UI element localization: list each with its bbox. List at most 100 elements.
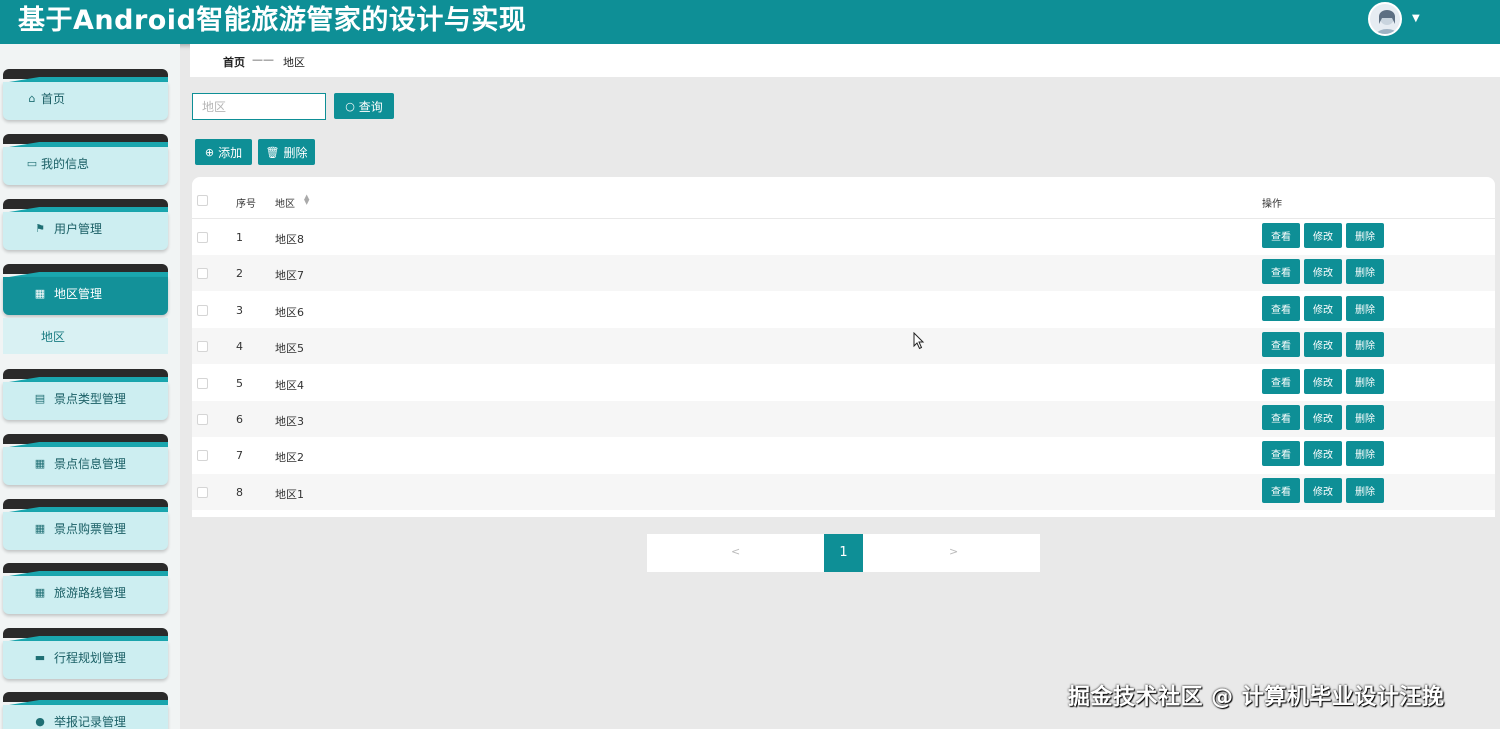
edit-button[interactable]: 修改 [1304,477,1342,503]
delete-button[interactable]: 🗑 删除 [258,139,315,165]
cell-index: 4 [236,340,243,354]
edit-button[interactable]: 修改 [1304,441,1342,467]
data-table: 序号 地区 ▲ ▼ 操作 1 地区8 查看 修改 删除 2 地区7 查看 修改 删除 3 地区6 查看 修改… [192,177,1495,517]
view-button[interactable]: 查看 [1262,295,1300,321]
row-delete-button[interactable]: 删除 [1346,405,1384,430]
cell-index: 7 [236,449,243,463]
cell-region: 地区2 [275,451,304,465]
sort-icon[interactable]: ▲ ▼ [304,194,309,206]
submenu-item-label: 地区 [41,330,66,344]
plus-circle-icon: ⊕ [204,145,215,159]
cell-index: 3 [236,303,243,317]
row-delete-button[interactable]: 删除 [1346,259,1384,285]
view-button[interactable]: 查看 [1262,223,1300,248]
table-row: 7 地区2 查看 修改 删除 [192,437,1495,473]
view-button[interactable]: 查看 [1262,441,1300,467]
edit-button[interactable]: 修改 [1304,368,1342,394]
cell-region: 地区7 [275,269,304,283]
sidebar-item[interactable]: ⌂ 首页 [3,69,168,121]
pagination-next[interactable]: > [949,545,958,558]
sidebar-item[interactable]: ▦ 旅游路线管理 [3,563,168,615]
clipboard-icon: ▤ [34,392,46,405]
row-delete-button[interactable]: 删除 [1346,295,1384,321]
row-checkbox[interactable] [197,486,208,498]
sidebar-item[interactable]: ⚑ 用户管理 [3,199,168,251]
sidebar-item[interactable]: ▦ 地区管理 [3,264,168,316]
home-icon: ⌂ [28,92,36,105]
row-checkbox[interactable] [197,232,208,243]
sidebar-item[interactable]: ▤ 景点类型管理 [3,369,168,421]
cell-index: 1 [236,231,243,244]
row-delete-button[interactable]: 删除 [1346,223,1384,248]
edit-button[interactable]: 修改 [1304,405,1342,430]
top-header: 基于Android智能旅游管家的设计与实现 ▼ [0,0,1500,44]
add-button[interactable]: ⊕ 添加 [195,139,252,165]
column-header-region[interactable]: 地区 [275,195,295,210]
row-checkbox[interactable] [197,304,208,316]
column-header-actions: 操作 [1262,199,1282,210]
trash-icon: 🗑 [265,145,280,159]
sidebar-item[interactable]: ▭ 我的信息 [3,134,168,186]
user-avatar[interactable] [1368,2,1402,36]
sidebar-item-label: 旅游路线管理 [54,586,127,600]
sidebar-item[interactable]: ▦ 景点购票管理 [3,499,168,551]
pagination-prev[interactable]: < [731,545,740,558]
watermark-text: 掘金技术社区 @ 计算机毕业设计汪挽 [1068,685,1445,710]
cell-index: 6 [236,413,243,426]
cell-region: 地区1 [275,487,304,501]
cell-region: 地区8 [275,233,304,246]
row-checkbox[interactable] [197,450,208,462]
sidebar-item-label: 景点类型管理 [54,392,127,406]
table-row: 4 地区5 查看 修改 删除 [192,328,1495,365]
table-row: 8 地区1 查看 修改 删除 [192,473,1495,510]
row-delete-button[interactable]: 删除 [1346,477,1384,503]
table-row: 6 地区3 查看 修改 删除 [192,401,1495,437]
view-button[interactable]: 查看 [1262,259,1300,285]
sidebar-item-label: 我的信息 [41,157,90,171]
edit-button[interactable]: 修改 [1304,332,1342,358]
select-all-checkbox[interactable] [197,195,208,206]
search-button[interactable]: ○ 查询 [334,93,394,119]
sidebar-item[interactable]: ● 举报记录管理 [3,692,168,729]
breadcrumb: 首页 —— 地区 [190,44,1500,77]
cell-index: 8 [236,485,243,499]
caret-down-icon[interactable]: ▼ [1412,13,1420,24]
cell-region: 地区5 [275,342,304,356]
submenu-item-region[interactable]: 地区 [3,318,168,354]
edit-button[interactable]: 修改 [1304,295,1342,321]
row-checkbox[interactable] [197,414,208,425]
view-button[interactable]: 查看 [1262,332,1300,358]
search-icon: ○ [345,99,355,113]
sidebar-item-label: 用户管理 [54,222,103,236]
table-row: 2 地区7 查看 修改 删除 [192,255,1495,292]
sidebar-item-label: 首页 [41,92,66,106]
add-button-label: 添加 [218,145,243,160]
view-button[interactable]: 查看 [1262,477,1300,503]
edit-button[interactable]: 修改 [1304,259,1342,285]
table-row: 5 地区4 查看 修改 删除 [192,365,1495,401]
row-checkbox[interactable] [197,268,208,280]
row-delete-button[interactable]: 删除 [1346,332,1384,358]
sidebar-item[interactable]: ▦ 景点信息管理 [3,434,168,486]
column-header-index: 序号 [236,199,256,210]
delete-button-label: 删除 [283,145,308,160]
view-button[interactable]: 查看 [1262,368,1300,394]
sidebar-item-label: 景点购票管理 [54,522,127,536]
view-button[interactable]: 查看 [1262,405,1300,430]
row-checkbox[interactable] [197,341,208,353]
sidebar-item-label: 举报记录管理 [54,715,127,729]
row-delete-button[interactable]: 删除 [1346,368,1384,394]
sidebar-item-label: 景点信息管理 [54,457,127,471]
user-icon: ● [35,715,45,728]
breadcrumb-home[interactable]: 首页 [223,54,245,70]
sidebar-item[interactable]: ▬ 行程规划管理 [3,628,168,680]
row-checkbox[interactable] [197,377,208,389]
breadcrumb-separator: —— [252,53,274,66]
pagination-current-page[interactable]: 1 [824,534,863,572]
edit-button[interactable]: 修改 [1304,223,1342,248]
cell-region: 地区3 [275,415,304,428]
id-card-icon: ▭ [26,157,38,170]
search-input[interactable] [192,93,326,120]
cell-index: 5 [236,376,243,390]
row-delete-button[interactable]: 删除 [1346,441,1384,467]
